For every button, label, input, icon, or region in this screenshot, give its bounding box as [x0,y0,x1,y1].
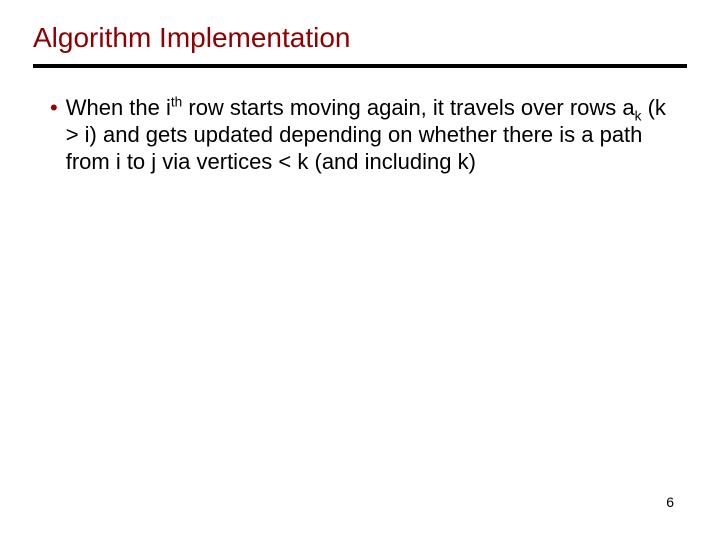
bullet-mark-icon: • [50,94,58,121]
bullet-text-pre: When the i [66,95,171,120]
bullet-text-mid: row starts moving again, it travels over… [182,95,634,120]
bullet-item: • When the ith row starts moving again, … [50,94,670,175]
title-block: Algorithm Implementation [0,0,720,54]
page-number: 6 [666,494,674,510]
body-block: • When the ith row starts moving again, … [0,68,720,175]
slide: Algorithm Implementation • When the ith … [0,0,720,540]
slide-title: Algorithm Implementation [33,22,720,54]
bullet-sup-th: th [171,95,182,110]
bullet-text: When the ith row starts moving again, it… [66,94,670,175]
